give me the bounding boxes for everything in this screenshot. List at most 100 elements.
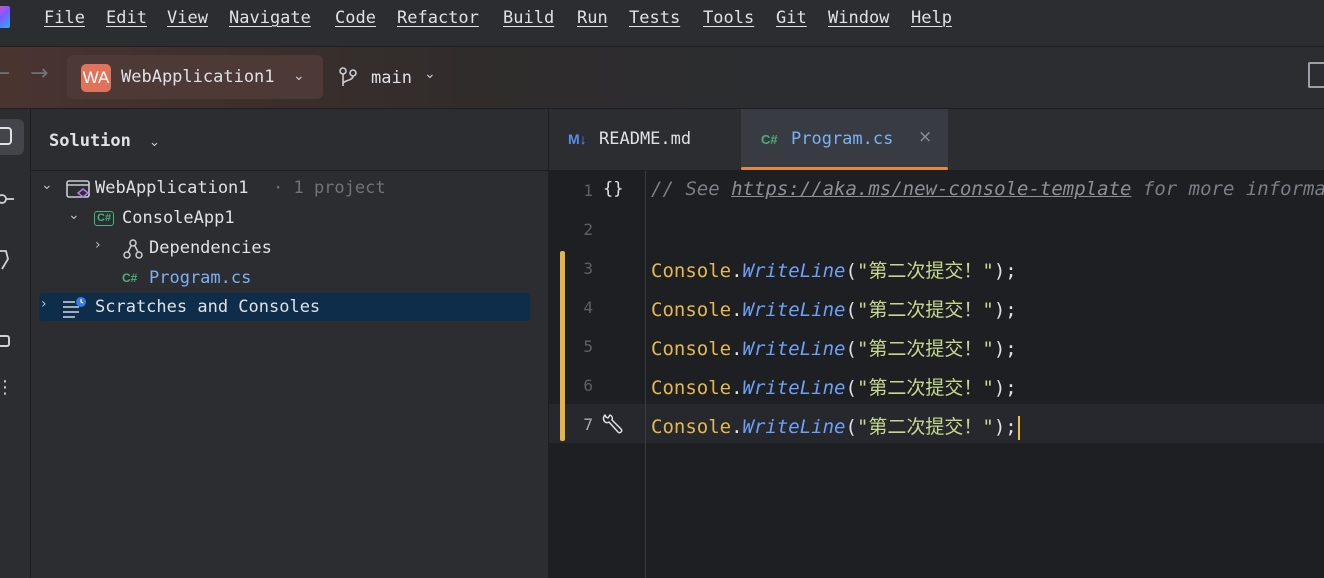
text-caret (1017, 415, 1020, 440)
line-number: 6 (583, 376, 593, 395)
project-badge: WA (81, 64, 111, 92)
tab-label: Program.cs (791, 129, 894, 149)
code-line: Console.WriteLine("第二次提交！"); (651, 412, 1020, 440)
main-toolbar: ← → WA WebApplication1 ⌄ (0, 47, 1324, 109)
commit-tool-icon[interactable] (0, 189, 16, 209)
code-method: WriteLine (742, 338, 846, 360)
structure-tool-icon[interactable] (0, 335, 10, 347)
tree-row-program-file[interactable]: C# Program.cs (31, 264, 548, 292)
menu-edit[interactable]: Edit (106, 8, 147, 28)
line-number: 5 (583, 337, 593, 356)
menu-bar: File Edit View Navigate Code Refactor Bu… (0, 0, 1324, 47)
rider-logo-icon[interactable] (0, 6, 10, 28)
tool-window-strip: ⋮ (0, 109, 31, 578)
menu-view[interactable]: View (167, 8, 208, 28)
tree-row-dependencies[interactable]: › Dependencies (31, 234, 548, 262)
comment-url-link[interactable]: https://aka.ms/new-console-template (731, 178, 1131, 200)
menu-help[interactable]: Help (911, 8, 952, 28)
close-icon[interactable]: × (918, 127, 932, 147)
comment-prefix: // See (651, 178, 732, 200)
git-branch-icon[interactable] (338, 66, 358, 90)
code-class: Console (651, 416, 732, 438)
dependencies-icon (123, 239, 143, 259)
code-method: WriteLine (742, 416, 846, 438)
code-class: Console (651, 377, 732, 399)
tab-label: README.md (599, 129, 692, 149)
code-block-icon[interactable]: {} (603, 179, 623, 199)
line-number: 4 (583, 298, 593, 317)
divider (31, 170, 548, 171)
branch-name[interactable]: main (371, 68, 412, 88)
panel-title[interactable]: Solution (49, 131, 131, 151)
solution-name: WebApplication1 (95, 178, 249, 198)
chevron-down-icon[interactable]: ⌄ (149, 135, 160, 150)
tab-program[interactable]: C# Program.cs × (741, 109, 948, 170)
code-string: 第二次提交！ (868, 260, 983, 282)
comment-suffix: for more information (1142, 178, 1324, 200)
chevron-down-icon[interactable]: ⌄ (41, 177, 53, 193)
file-name: Program.cs (149, 268, 252, 288)
chevron-right-icon[interactable]: › (95, 237, 101, 253)
code-string: 第二次提交！ (868, 416, 983, 438)
code-string: 第二次提交！ (868, 377, 983, 399)
project-selector[interactable]: WA WebApplication1 ⌄ (67, 55, 323, 99)
gutter-divider (645, 171, 646, 578)
code-string: 第二次提交！ (868, 338, 983, 360)
menu-code[interactable]: Code (335, 8, 376, 28)
menu-git[interactable]: Git (776, 8, 807, 28)
tab-readme[interactable]: M↓ README.md (549, 109, 739, 170)
more-tools-icon[interactable]: ⋮ (0, 377, 14, 398)
menu-run[interactable]: Run (577, 8, 608, 28)
solution-panel: Solution ⌄ ⌄ WebApplication1 · 1 project… (31, 109, 549, 578)
pull-requests-tool-icon[interactable] (0, 247, 14, 271)
menu-navigate[interactable]: Navigate (229, 8, 311, 28)
menu-tests[interactable]: Tests (629, 8, 680, 28)
code-line: Console.WriteLine("第二次提交！"); (651, 377, 1017, 399)
csharp-project-icon: C# (94, 211, 115, 226)
line-number: 3 (583, 259, 593, 278)
scratches-label: Scratches and Consoles (95, 297, 321, 317)
line-number: 2 (583, 220, 593, 239)
forward-arrow-icon[interactable]: → (30, 61, 48, 86)
markdown-icon: M↓ (568, 131, 587, 147)
code-line: Console.WriteLine("第二次提交！"); (651, 338, 1017, 360)
tree-row-project[interactable]: ⌄ C# ConsoleApp1 (31, 204, 548, 232)
code-string: 第二次提交！ (868, 299, 983, 321)
code-class: Console (651, 299, 732, 321)
editor-tab-bar: M↓ README.md C# Program.cs × (549, 109, 1324, 171)
chevron-down-icon: ⌄ (293, 68, 305, 84)
csharp-file-icon: C# (122, 271, 138, 285)
branch-chevron-down-icon[interactable]: ⌄ (424, 66, 436, 82)
menu-window[interactable]: Window (828, 8, 889, 28)
code-line: Console.WriteLine("第二次提交！"); (651, 260, 1017, 282)
scratches-icon (63, 297, 86, 318)
code-method: WriteLine (742, 377, 846, 399)
code-line: Console.WriteLine("第二次提交！"); (651, 299, 1017, 321)
code-comment-line: // See https://aka.ms/new-console-templa… (651, 178, 1324, 200)
menu-tools[interactable]: Tools (703, 8, 754, 28)
chevron-down-icon[interactable]: ⌄ (68, 207, 80, 223)
menu-build[interactable]: Build (503, 8, 554, 28)
back-arrow-icon[interactable]: ← (0, 61, 10, 86)
toolbar-overflow-icon[interactable] (1308, 62, 1324, 88)
project-name: WebApplication1 (121, 67, 275, 87)
dependencies-label: Dependencies (149, 238, 272, 258)
vcs-change-marker[interactable] (560, 251, 565, 441)
menu-file[interactable]: File (44, 8, 85, 28)
line-number: 1 (583, 181, 593, 200)
tree-row-solution[interactable]: ⌄ WebApplication1 · 1 project (31, 174, 548, 202)
code-class: Console (651, 260, 732, 282)
code-method: WriteLine (742, 260, 846, 282)
chevron-right-icon[interactable]: › (41, 296, 47, 312)
solution-meta: · 1 project (273, 178, 386, 198)
menu-refactor[interactable]: Refactor (397, 8, 479, 28)
csharp-file-icon: C# (761, 132, 778, 147)
code-editor[interactable]: 1 2 3 4 5 6 7 {} // See https://aka.ms/n… (549, 171, 1324, 578)
project-name: ConsoleApp1 (122, 208, 235, 228)
solution-icon (66, 180, 90, 198)
code-class: Console (651, 338, 732, 360)
line-number: 7 (583, 415, 593, 434)
project-tool-icon[interactable] (0, 119, 24, 155)
tree-row-scratches[interactable]: › Scratches and Consoles (39, 293, 530, 321)
wrench-icon[interactable] (601, 413, 623, 435)
